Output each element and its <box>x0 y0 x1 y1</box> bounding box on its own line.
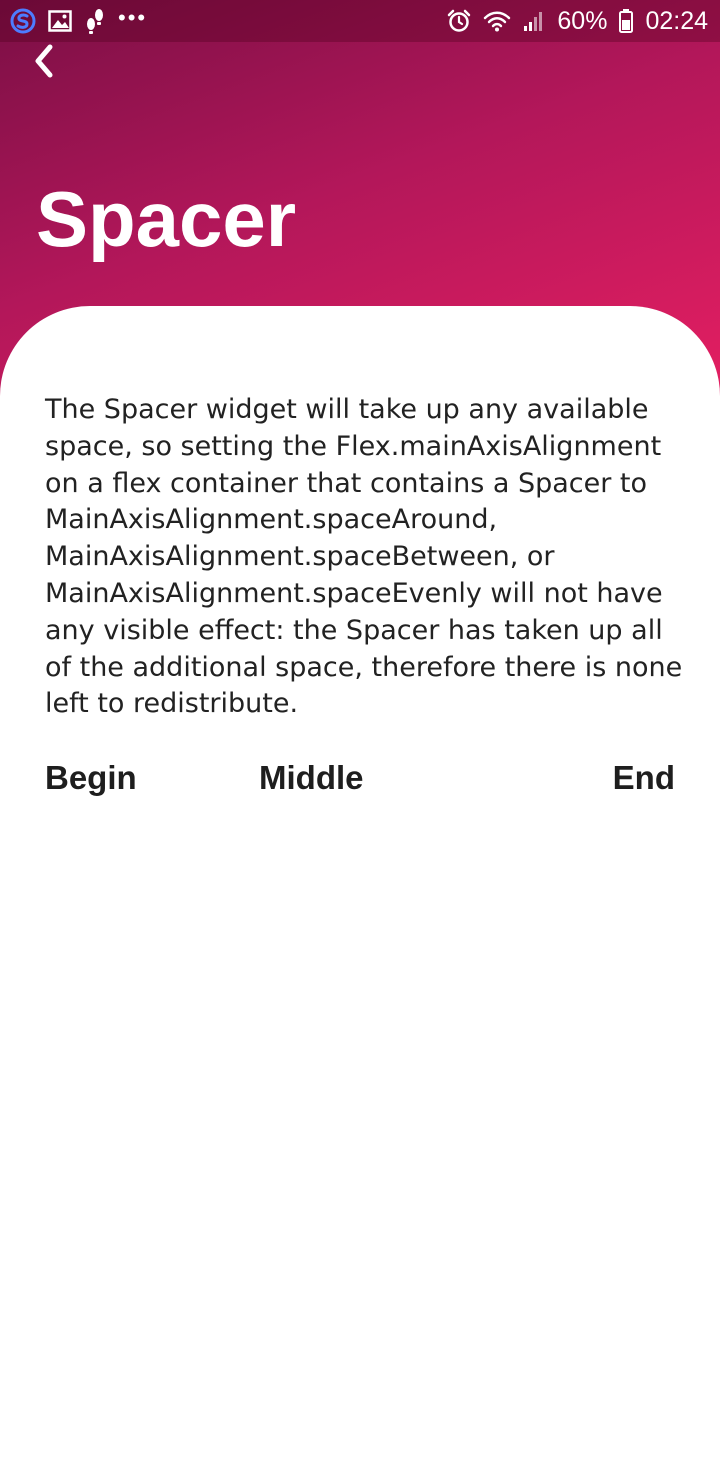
status-bar-left: ••• <box>10 5 148 34</box>
wifi-icon <box>483 10 511 32</box>
page-title: Spacer <box>36 175 297 263</box>
gallery-icon <box>48 10 72 32</box>
description-text: The Spacer widget will take up any avail… <box>45 394 683 720</box>
spacer-example-row: Begin Middle End <box>45 756 675 800</box>
signal-icon <box>523 10 545 32</box>
middle-label: Middle <box>259 759 364 796</box>
alarm-icon <box>447 9 471 33</box>
end-label: End <box>612 759 675 796</box>
status-time: 02:24 <box>645 6 708 35</box>
app-s-icon <box>10 8 36 34</box>
screen: ••• 60% 02:24 Spacer The Spacer widget w… <box>0 0 720 1480</box>
status-bar-right: 60% 02:24 <box>447 7 708 36</box>
begin-label: Begin <box>45 759 137 796</box>
footprints-icon <box>84 8 106 34</box>
chevron-left-icon <box>35 44 53 78</box>
status-bar: ••• 60% 02:24 <box>0 0 720 42</box>
back-button[interactable] <box>24 42 64 82</box>
battery-percent: 60% <box>557 6 608 35</box>
more-dots-icon: ••• <box>118 5 148 30</box>
battery-icon <box>619 9 634 33</box>
